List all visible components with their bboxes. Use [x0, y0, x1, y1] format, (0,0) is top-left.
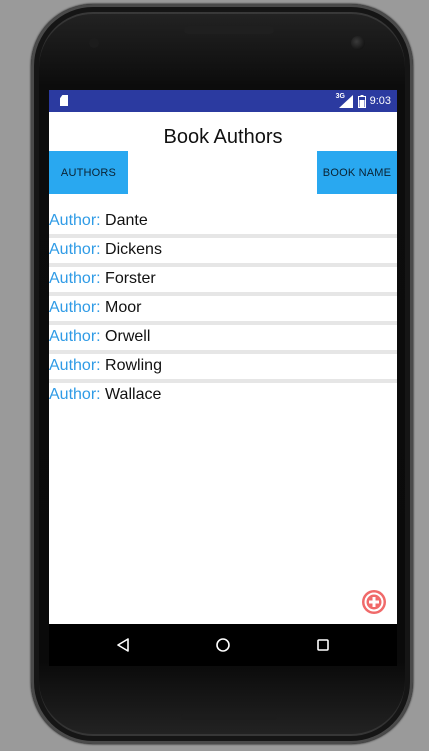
list-item[interactable]: Author: Rowling [49, 354, 397, 383]
navigation-bar [49, 624, 397, 666]
home-circle-icon [216, 638, 230, 652]
bottom-speaker-grille [181, 714, 277, 720]
author-label: Author: [49, 328, 101, 345]
list-item[interactable]: Author: Dante [49, 209, 397, 238]
emulator-background: 3G 9:03 Book Authors AUTHORS BOOK NAME A… [0, 0, 429, 751]
clock: 9:03 [369, 95, 391, 107]
battery-icon [357, 94, 366, 108]
list-item[interactable]: Author: Moor [49, 296, 397, 325]
author-name: Dickens [105, 241, 162, 258]
author-name: Forster [105, 270, 156, 287]
back-triangle-icon [117, 638, 129, 652]
add-button[interactable] [362, 590, 386, 614]
author-name: Wallace [105, 386, 162, 403]
status-bar: 3G 9:03 [49, 90, 397, 112]
author-label: Author: [49, 299, 101, 316]
front-camera [351, 36, 365, 50]
status-indicators: 3G 9:03 [336, 90, 391, 112]
list-item[interactable]: Author: Wallace [49, 383, 397, 412]
author-name: Moor [105, 299, 142, 316]
page-title: Book Authors [163, 126, 283, 148]
sd-card-icon [60, 95, 68, 106]
list-item[interactable]: Author: Forster [49, 267, 397, 296]
author-list: Author: Dante Author: Dickens Author: Fo… [49, 209, 397, 412]
recents-square-icon [317, 639, 329, 651]
book-name-button[interactable]: BOOK NAME [317, 151, 397, 194]
proximity-sensor [89, 38, 99, 48]
recents-button[interactable] [313, 635, 333, 655]
list-item[interactable]: Author: Orwell [49, 325, 397, 354]
author-name: Rowling [105, 357, 162, 374]
author-label: Author: [49, 241, 101, 258]
back-button[interactable] [113, 635, 133, 655]
authors-button[interactable]: AUTHORS [49, 151, 128, 194]
home-button[interactable] [213, 635, 233, 655]
author-label: Author: [49, 270, 101, 287]
author-name: Dante [105, 212, 148, 229]
author-label: Author: [49, 357, 101, 374]
signal-icon: 3G [336, 93, 354, 108]
list-item[interactable]: Author: Dickens [49, 238, 397, 267]
author-name: Orwell [105, 328, 151, 345]
device-screen: 3G 9:03 Book Authors AUTHORS BOOK NAME A… [49, 90, 397, 666]
author-label: Author: [49, 212, 101, 229]
author-label: Author: [49, 386, 101, 403]
top-speaker-grille [184, 26, 274, 34]
add-circle-icon [364, 592, 384, 612]
